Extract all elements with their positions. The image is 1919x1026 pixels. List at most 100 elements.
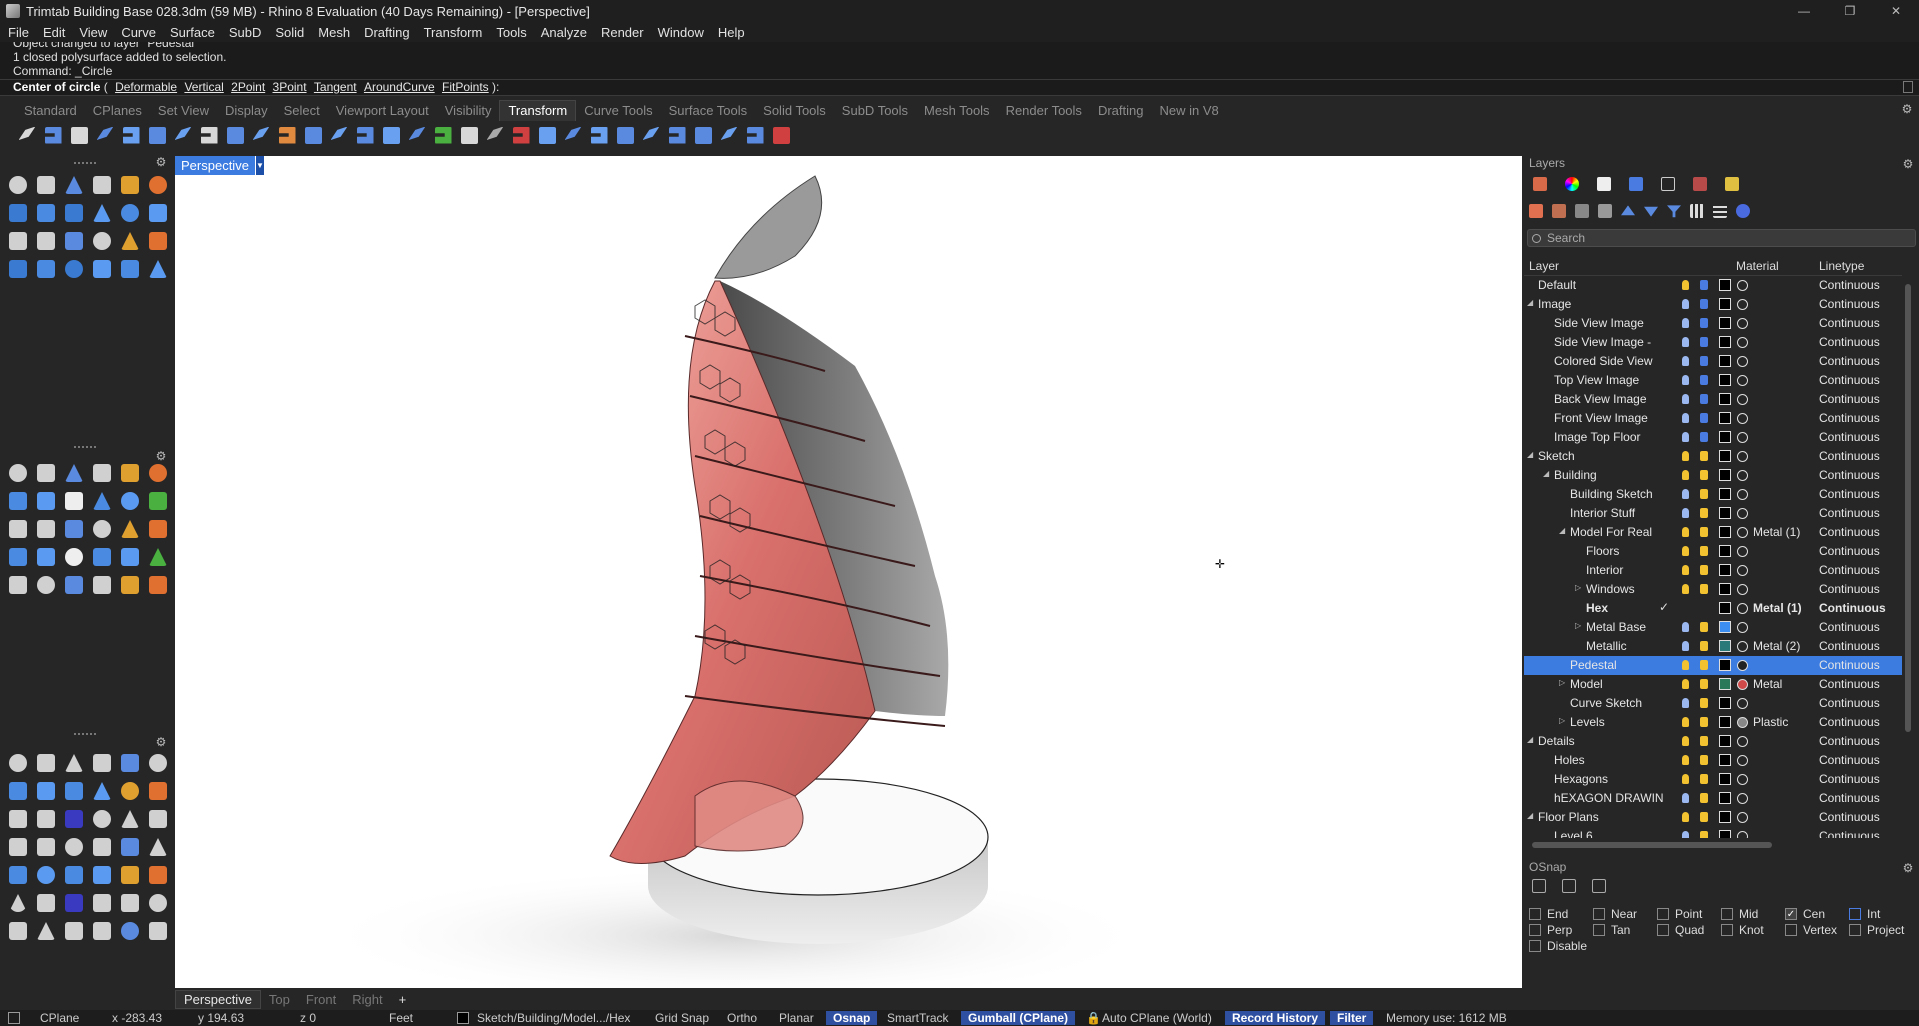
osnap-mode-icon[interactable] [1532, 879, 1546, 893]
grid-view-icon[interactable] [1690, 204, 1704, 218]
visibility-bulb-icon[interactable] [1682, 793, 1689, 803]
toolbox-tool-icon[interactable] [121, 782, 139, 800]
column-layer[interactable]: Layer [1529, 259, 1559, 273]
layer-linetype[interactable]: Continuous [1819, 487, 1880, 501]
toolbox-tool-icon[interactable] [121, 754, 139, 772]
toolbox-tool-icon[interactable] [149, 232, 167, 250]
lock-icon[interactable] [1700, 793, 1708, 803]
layer-linetype[interactable]: Continuous [1819, 810, 1880, 824]
material-sphere-icon[interactable] [1737, 394, 1748, 405]
layer-row[interactable]: Back View Image Continuous [1524, 390, 1902, 409]
layer-name[interactable]: Curve Sketch [1570, 696, 1642, 710]
toolbox-tool-icon[interactable] [121, 866, 139, 884]
layer-color-swatch[interactable] [1719, 279, 1731, 291]
layer-linetype[interactable]: Continuous [1819, 829, 1880, 838]
layer-row[interactable]: Interior Continuous [1524, 561, 1902, 580]
toolbox-tool-icon[interactable] [65, 754, 83, 772]
expand-chevron-icon[interactable]: ◢ [1543, 469, 1550, 478]
material-sphere-icon[interactable] [1737, 413, 1748, 424]
visibility-bulb-icon[interactable] [1682, 451, 1689, 461]
menu-help[interactable]: Help [718, 25, 745, 40]
layer-linetype[interactable]: Continuous [1819, 430, 1880, 444]
material-sphere-icon[interactable] [1737, 774, 1748, 785]
toolbox-tool-icon[interactable] [149, 520, 167, 538]
tab-visibility[interactable]: Visibility [437, 103, 500, 121]
visibility-bulb-icon[interactable] [1682, 641, 1689, 651]
material-sphere-icon[interactable] [1737, 546, 1748, 557]
layer-color-swatch[interactable] [1719, 773, 1731, 785]
rhino-app-icon[interactable] [6, 4, 20, 18]
osnap-option[interactable]: Point [1657, 906, 1721, 922]
expand-chevron-icon[interactable]: ▷ [1575, 621, 1582, 630]
layer-row[interactable]: ▷ Model Metal Continuous [1524, 675, 1902, 694]
layer-name[interactable]: Interior [1586, 563, 1623, 577]
lock-icon[interactable] [1700, 812, 1708, 822]
layer-linetype[interactable]: Continuous [1819, 544, 1880, 558]
layer-color-swatch[interactable] [1719, 545, 1731, 557]
move-up-icon[interactable] [1621, 205, 1635, 216]
layer-row[interactable]: Level 6 Continuous [1524, 827, 1902, 838]
visibility-bulb-icon[interactable] [1682, 831, 1689, 838]
toolbox-tool-icon[interactable] [149, 922, 167, 940]
drag-grip[interactable] [74, 733, 96, 736]
filter-toggle[interactable]: Filter [1330, 1011, 1374, 1025]
layer-row[interactable]: ◢ Image Continuous [1524, 295, 1902, 314]
status-toggle-icon[interactable] [8, 1012, 20, 1024]
record-history-toggle[interactable]: Record History [1225, 1011, 1326, 1025]
toolbox-tool-icon[interactable] [65, 576, 83, 594]
toolbox-tool-icon[interactable] [149, 782, 167, 800]
transform-tool-button[interactable] [768, 122, 794, 148]
status-units[interactable]: Feet [389, 1011, 413, 1025]
layer-linetype[interactable]: Continuous [1819, 468, 1880, 482]
toolbox-tool-icon[interactable] [65, 204, 83, 222]
help-icon[interactable] [1736, 204, 1750, 218]
layer-linetype[interactable]: Continuous [1819, 677, 1880, 691]
osnap-option[interactable]: Near [1593, 906, 1657, 922]
layer-name[interactable]: Levels [1570, 715, 1605, 729]
current-layer-check-icon[interactable]: ✓ [1659, 600, 1669, 614]
lock-icon[interactable] [1700, 565, 1708, 575]
tab-drafting[interactable]: Drafting [1090, 103, 1152, 121]
material-sphere-icon[interactable] [1737, 432, 1748, 443]
toolbox-tool-icon[interactable] [93, 204, 111, 222]
lock-icon[interactable] [1700, 774, 1708, 784]
transform-tool-button[interactable] [404, 122, 430, 148]
layer-name[interactable]: Back View Image [1554, 392, 1647, 406]
tab-solid-tools[interactable]: Solid Tools [755, 103, 834, 121]
layer-color-swatch[interactable] [1719, 393, 1731, 405]
visibility-bulb-icon[interactable] [1682, 717, 1689, 727]
toolbox-tool-icon[interactable] [37, 548, 55, 566]
toolbox-tool-icon[interactable] [93, 520, 111, 538]
toolbox-tool-icon[interactable] [65, 464, 83, 482]
tab-display[interactable]: Display [217, 103, 276, 121]
toolbox-tool-icon[interactable] [9, 782, 27, 800]
tab-render-tools[interactable]: Render Tools [998, 103, 1090, 121]
toolbox-tool-icon[interactable] [93, 782, 111, 800]
osnap-checkbox[interactable] [1529, 924, 1541, 936]
tab-new-in-v8[interactable]: New in V8 [1151, 103, 1226, 121]
toolbox-tool-icon[interactable] [121, 548, 139, 566]
layer-linetype[interactable]: Continuous [1819, 696, 1880, 710]
menu-curve[interactable]: Curve [121, 25, 156, 40]
layer-name[interactable]: hEXAGON DRAWIN [1554, 791, 1664, 805]
filter-icon[interactable] [1667, 205, 1681, 218]
material-sphere-icon[interactable] [1737, 356, 1748, 367]
toolbox-tool-icon[interactable] [9, 204, 27, 222]
drag-grip[interactable] [74, 162, 96, 165]
lock-icon[interactable] [1700, 299, 1708, 309]
material-sphere-icon[interactable] [1737, 793, 1748, 804]
layer-linetype[interactable]: Continuous [1819, 278, 1880, 292]
tab-mesh-tools[interactable]: Mesh Tools [916, 103, 998, 121]
material-sphere-icon[interactable] [1737, 660, 1748, 671]
tab-select[interactable]: Select [276, 103, 328, 121]
toolbox-tool-icon[interactable] [37, 464, 55, 482]
material-sphere-icon[interactable] [1737, 337, 1748, 348]
toolbox-tool-icon[interactable] [93, 866, 111, 884]
toolbox-tool-icon[interactable] [121, 922, 139, 940]
material-sphere-icon[interactable] [1737, 717, 1748, 728]
gear-icon[interactable]: ⚙ [155, 156, 167, 168]
material-sphere-icon[interactable] [1737, 280, 1748, 291]
visibility-bulb-icon[interactable] [1682, 356, 1689, 366]
lock-icon[interactable] [1700, 508, 1708, 518]
layer-name[interactable]: Metallic [1586, 639, 1627, 653]
